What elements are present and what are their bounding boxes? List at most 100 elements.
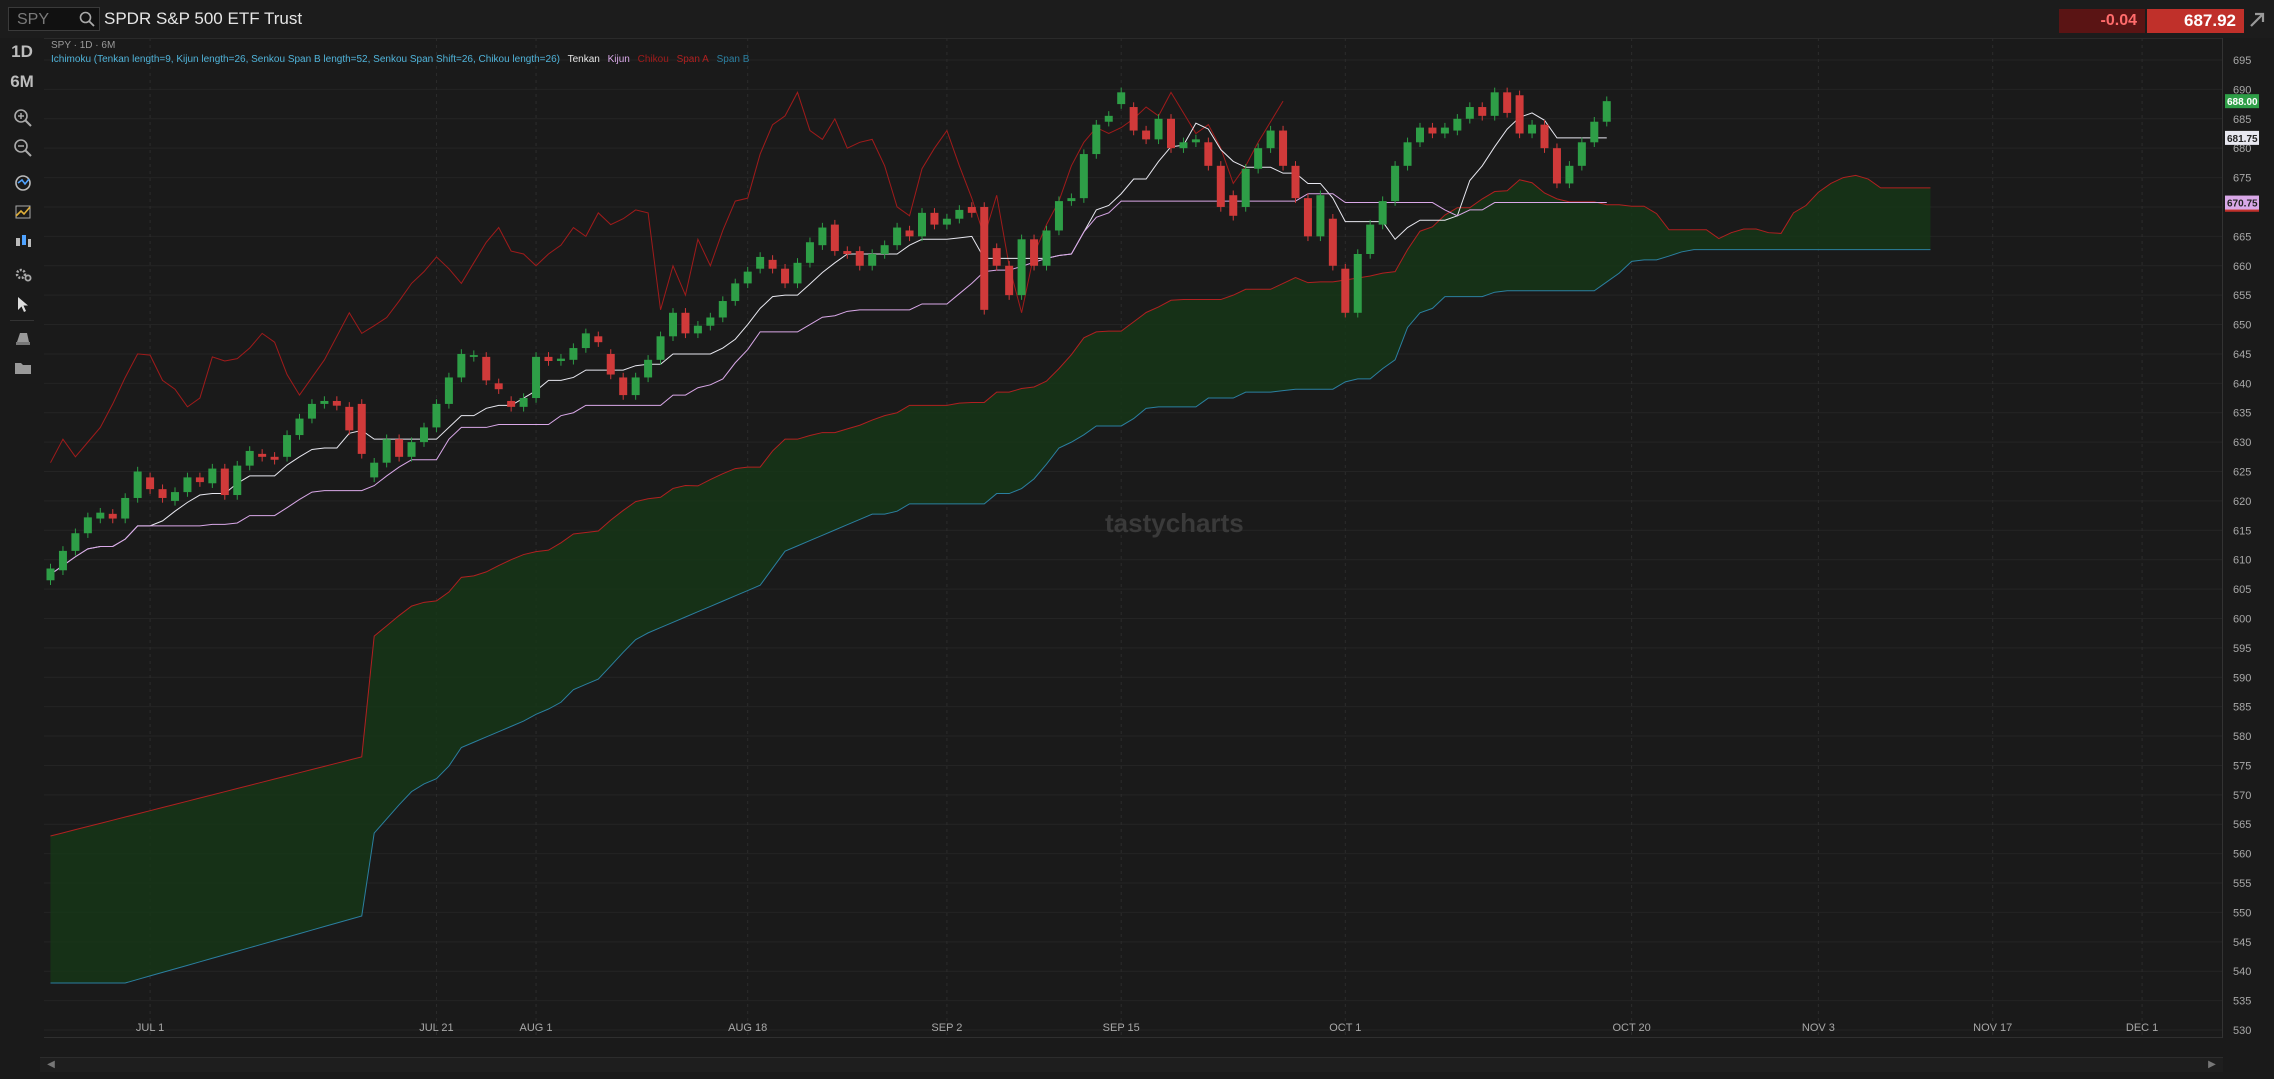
candle (1503, 87, 1512, 118)
candle (83, 512, 92, 538)
candle (781, 263, 790, 289)
candle-body (656, 336, 665, 360)
pop-out-icon[interactable] (2247, 10, 2267, 30)
candle-body (1316, 195, 1325, 237)
candle (307, 399, 316, 424)
zoom-out-icon[interactable] (12, 138, 34, 158)
x-tick-label: NOV 17 (1973, 1022, 2012, 1034)
x-tick-label: JUL 1 (136, 1022, 164, 1034)
chart-type-icon[interactable] (12, 232, 34, 252)
candle (855, 246, 864, 271)
period-6m-button[interactable]: 6M (6, 70, 38, 94)
candle-body (1092, 124, 1101, 155)
candle (1341, 263, 1350, 318)
candle (718, 296, 727, 323)
candle (295, 413, 304, 440)
candle-body (768, 259, 777, 269)
candle-body (519, 398, 528, 407)
candle (58, 546, 67, 575)
candle (594, 331, 603, 347)
candle-body (868, 254, 877, 266)
candle-body (307, 403, 316, 419)
candle-body (569, 348, 578, 360)
candle-body (233, 465, 242, 496)
symbol-input[interactable] (15, 10, 79, 30)
period-1d-button[interactable]: 1D (6, 40, 38, 64)
candle (880, 240, 889, 259)
symbol-search-box[interactable] (8, 7, 100, 31)
folder-icon[interactable] (12, 358, 34, 378)
candle-body (258, 453, 267, 457)
candle (581, 328, 590, 353)
scroll-left-icon[interactable]: ◀ (44, 1059, 58, 1071)
candle-body (357, 403, 366, 454)
candle-body (1104, 115, 1113, 122)
candle-body (1366, 224, 1375, 254)
candle (208, 463, 217, 488)
candle-body (980, 206, 989, 310)
y-tick-label: 695 (2233, 55, 2251, 67)
candle-body (1602, 101, 1611, 122)
candle (1453, 114, 1462, 136)
candle-body (370, 462, 379, 478)
candle (1490, 87, 1499, 121)
y-tick-label: 605 (2233, 584, 2251, 596)
zoom-in-icon[interactable] (12, 108, 34, 128)
candle (793, 258, 802, 289)
candle (1241, 164, 1250, 212)
cursor-icon[interactable] (12, 294, 34, 314)
y-tick-label: 545 (2233, 937, 2251, 949)
candle-body (1416, 127, 1424, 143)
candle-body (718, 301, 727, 318)
candle (1005, 261, 1014, 300)
y-tick-label: 570 (2233, 790, 2251, 802)
candle (46, 563, 55, 585)
candle (395, 434, 404, 462)
horizontal-scrollbar[interactable]: ◀ ▶ (40, 1057, 2223, 1072)
candle (569, 343, 578, 365)
candle (469, 350, 478, 362)
candle-body (457, 353, 466, 378)
legend-chikou: Chikou (637, 54, 669, 65)
x-tick-label: OCT 1 (1329, 1022, 1361, 1034)
y-tick-label: 680 (2233, 143, 2251, 155)
candle-body (693, 325, 702, 334)
candle-body (345, 406, 354, 431)
candle-body (1465, 107, 1474, 119)
candle (121, 493, 130, 524)
candle (1540, 119, 1549, 153)
study-params[interactable]: Ichimoku (Tenkan length=9, Kijun length=… (51, 54, 560, 65)
candle-body (1030, 239, 1039, 266)
drawings-icon[interactable] (12, 202, 34, 222)
search-icon[interactable] (79, 11, 95, 27)
candle-body (756, 256, 765, 269)
y-tick-label: 565 (2233, 819, 2251, 831)
y-tick-label: 615 (2233, 525, 2251, 537)
candle-body (146, 477, 155, 490)
candle (171, 487, 179, 506)
candle (818, 222, 827, 250)
eraser-icon[interactable] (12, 328, 34, 348)
studies-icon[interactable] (12, 172, 34, 192)
candle-body (893, 227, 902, 246)
y-tick-label: 610 (2233, 555, 2251, 567)
candle-body (183, 477, 192, 493)
price-axis[interactable]: 530 535 540 545 550 555 560 565 570 575 580 585 590 5… (2222, 38, 2274, 1038)
candle (768, 255, 777, 274)
price-badge-text: 681.75 (2227, 134, 2258, 145)
scroll-right-icon[interactable]: ▶ (2205, 1059, 2219, 1071)
candle (631, 372, 640, 400)
candle-body (619, 377, 628, 396)
y-tick-label: 540 (2233, 966, 2251, 978)
candle-body (1403, 142, 1412, 166)
candle (843, 246, 852, 259)
candle-body (469, 355, 478, 357)
candle-body (955, 209, 964, 219)
tenkan-value-badge: 681.75 (2225, 130, 2259, 145)
x-tick-label: AUG 18 (728, 1022, 767, 1034)
candle (1378, 196, 1387, 230)
candle-body (283, 435, 292, 457)
settings-icon[interactable] (12, 264, 34, 284)
candle (1366, 219, 1375, 259)
candle-body (918, 212, 926, 237)
